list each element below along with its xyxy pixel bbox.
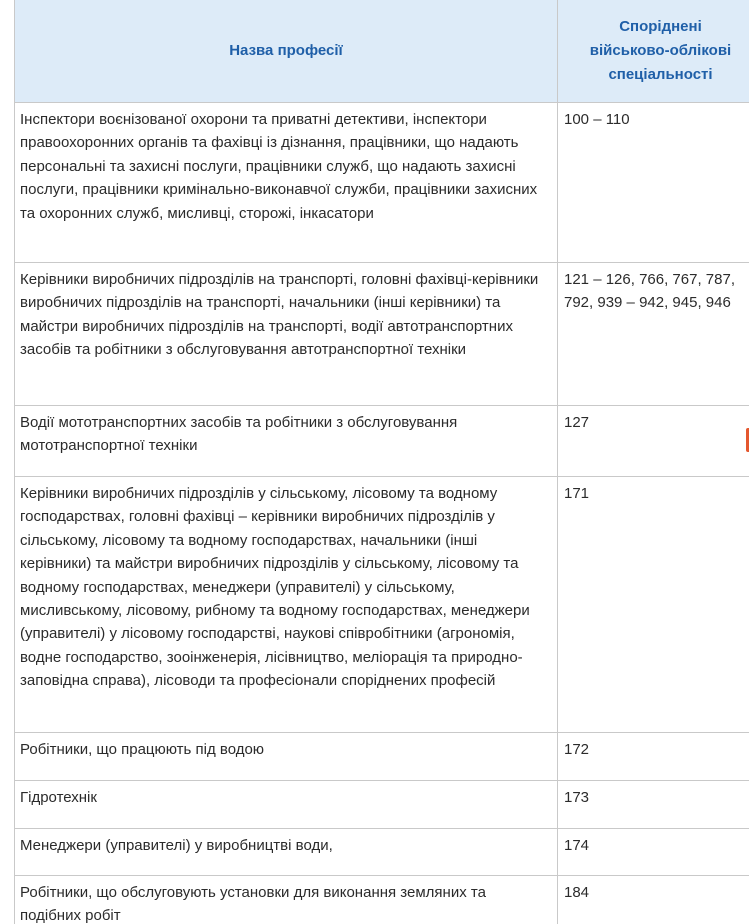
header-related-specialties-label: Споріднені військово-облікові спеціально… — [558, 15, 749, 87]
profession-cell: Гідротехнік — [14, 780, 558, 829]
table-row: Водії мототранспортних засобів та робітн… — [14, 405, 749, 477]
profession-cell: Інспектори воєнізованої охорони та прива… — [14, 102, 558, 263]
specialty-codes-cell: 121 – 126, 766, 767, 787, 792, 939 – 942… — [557, 262, 749, 406]
profession-cell: Керівники виробничих підрозділів у сільс… — [14, 476, 558, 733]
specialty-codes-cell: 172 — [557, 732, 749, 781]
header-related-specialties: Споріднені військово-облікові спеціально… — [557, 0, 749, 103]
table-header-row: Назва професії Споріднені військово-облі… — [14, 0, 749, 103]
profession-cell: Робітники, що працюють під водою — [14, 732, 558, 781]
specialty-codes-cell: 127 — [557, 405, 749, 477]
table-row: Робітники, що обслуговують установки для… — [14, 875, 749, 924]
header-profession-name: Назва професії — [14, 0, 558, 103]
profession-cell: Менеджери (управителі) у виробництві вод… — [14, 828, 558, 876]
specialty-codes-cell: 171 — [557, 476, 749, 733]
header-specialty-line-1: Споріднені — [619, 17, 702, 35]
table-row: Гідротехнік 173 — [14, 780, 749, 829]
specialty-codes-cell: 173 — [557, 780, 749, 829]
table-row: Менеджери (управителі) у виробництві вод… — [14, 828, 749, 876]
table-row: Керівники виробничих підрозділів на тран… — [14, 262, 749, 406]
specialty-codes-cell: 184 — [557, 875, 749, 924]
profession-cell: Керівники виробничих підрозділів на тран… — [14, 262, 558, 406]
specialty-codes-cell: 100 – 110 — [557, 102, 749, 263]
specialty-codes-cell: 174 — [557, 828, 749, 876]
professions-table: Назва професії Споріднені військово-облі… — [14, 0, 749, 924]
table-row: Інспектори воєнізованої охорони та прива… — [14, 102, 749, 263]
table-row: Робітники, що працюють під водою 172 — [14, 732, 749, 781]
profession-cell: Робітники, що обслуговують установки для… — [14, 875, 558, 924]
table-row: Керівники виробничих підрозділів у сільс… — [14, 476, 749, 733]
profession-cell: Водії мототранспортних засобів та робітн… — [14, 405, 558, 477]
page: Назва професії Споріднені військово-облі… — [0, 0, 749, 924]
header-specialty-line-2: військово-облікові — [589, 41, 732, 59]
header-specialty-line-3: спеціальності — [608, 65, 713, 83]
